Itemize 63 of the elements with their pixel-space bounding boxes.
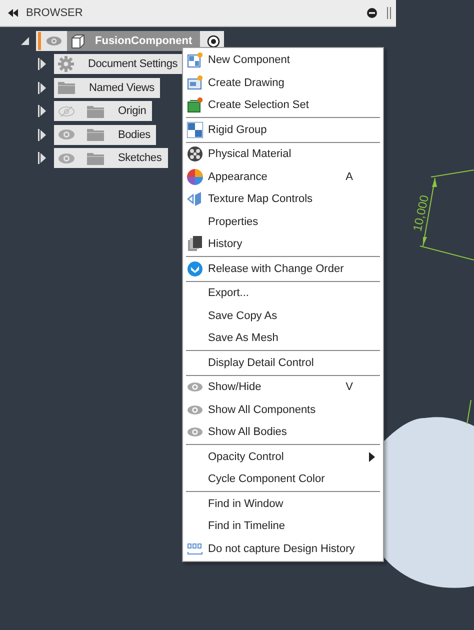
menu-item[interactable]: Do not capture Design History bbox=[183, 538, 383, 560]
activate-radio-icon[interactable] bbox=[207, 34, 220, 48]
menu-item[interactable]: Properties bbox=[183, 210, 383, 233]
dimension-drawing: 10,000 bbox=[410, 170, 474, 424]
menu-item[interactable]: Rigid Group bbox=[183, 118, 383, 141]
menu-item[interactable]: New Component bbox=[183, 49, 383, 72]
component-name: FusionComponent bbox=[95, 35, 192, 47]
tree-node[interactable]: Sketches bbox=[54, 148, 168, 168]
menu-item[interactable]: Find in Window bbox=[183, 492, 383, 515]
expand-icon[interactable] bbox=[38, 82, 46, 94]
expand-icon[interactable] bbox=[38, 128, 46, 140]
tree-node[interactable]: Document Settings bbox=[54, 54, 184, 74]
panel-title: BROWSER bbox=[26, 7, 83, 19]
material-ball-icon bbox=[187, 146, 203, 162]
menu-item[interactable]: Release with Change Order bbox=[183, 258, 383, 280]
shortcut-key: A bbox=[346, 170, 353, 183]
selection-set-icon bbox=[187, 97, 203, 114]
menu-item[interactable]: History bbox=[183, 233, 383, 256]
menu-item[interactable]: Cycle Component Color bbox=[183, 468, 383, 490]
expand-icon[interactable] bbox=[38, 105, 46, 117]
node-label: Sketches bbox=[118, 152, 162, 164]
folder-icon bbox=[58, 81, 75, 94]
menu-item[interactable]: Create Drawing bbox=[183, 72, 383, 94]
gear-icon bbox=[58, 56, 74, 72]
menu-item[interactable]: Export... bbox=[183, 282, 383, 304]
color-wheel-icon bbox=[187, 168, 203, 185]
tree-node[interactable]: Bodies bbox=[54, 124, 156, 144]
component-icon bbox=[187, 52, 203, 68]
release-icon bbox=[187, 260, 203, 277]
menu-item[interactable]: Texture Map Controls bbox=[183, 188, 383, 210]
history-stack-icon bbox=[187, 236, 203, 252]
expanded-icon[interactable] bbox=[20, 36, 30, 46]
menu-item[interactable]: Save As Mesh bbox=[183, 327, 383, 350]
folder-icon bbox=[87, 104, 104, 118]
node-label: Origin bbox=[118, 105, 146, 117]
node-label: Document Settings bbox=[88, 58, 178, 70]
cube-icon bbox=[71, 34, 85, 48]
folder-icon bbox=[87, 152, 104, 164]
menu-item[interactable]: Physical Material bbox=[183, 143, 383, 166]
node-label: Named Views bbox=[89, 82, 154, 94]
tree-node[interactable]: Named Views bbox=[54, 78, 160, 98]
menu-item[interactable]: Display Detail Control bbox=[183, 352, 383, 374]
collapse-icon[interactable] bbox=[8, 9, 18, 17]
drawing-icon bbox=[187, 74, 203, 91]
tree-node[interactable]: Origin bbox=[54, 101, 152, 121]
menu-item[interactable]: Create Selection Set bbox=[183, 94, 383, 116]
shortcut-key: V bbox=[346, 381, 353, 394]
expand-icon[interactable] bbox=[38, 152, 46, 164]
grip-icon[interactable] bbox=[387, 7, 392, 19]
menu-item[interactable]: Show/Hide V bbox=[183, 376, 383, 398]
menu-item[interactable]: Appearance A bbox=[183, 166, 383, 188]
menu-item[interactable]: Show All Bodies bbox=[183, 421, 383, 444]
minimize-icon[interactable] bbox=[367, 8, 377, 18]
folder-icon bbox=[87, 128, 104, 141]
texture-map-icon bbox=[187, 191, 203, 208]
timeline-icon bbox=[187, 540, 203, 557]
menu-item[interactable]: Show All Components bbox=[183, 398, 383, 421]
menu-item[interactable]: Find in Timeline bbox=[183, 515, 383, 538]
node-label: Bodies bbox=[118, 128, 150, 140]
menu-item[interactable]: Save Copy As bbox=[183, 304, 383, 327]
rigid-group-icon bbox=[187, 122, 203, 138]
menu-item[interactable]: Opacity Control bbox=[183, 446, 383, 468]
expand-icon[interactable] bbox=[38, 58, 46, 70]
